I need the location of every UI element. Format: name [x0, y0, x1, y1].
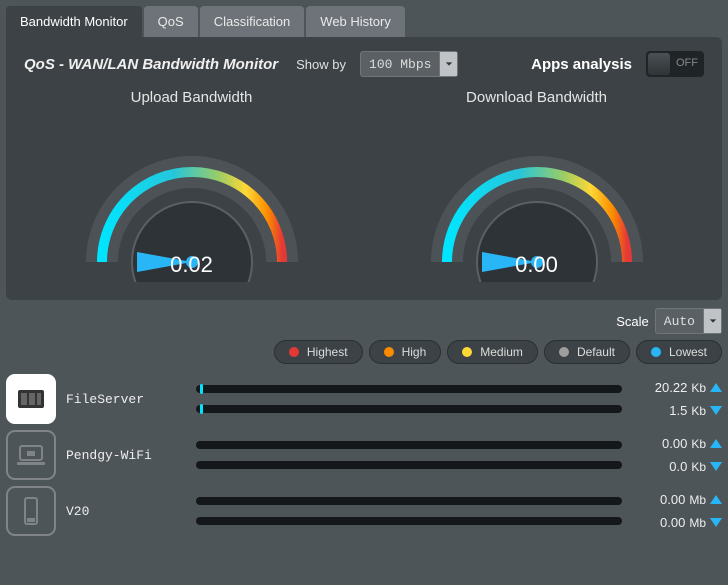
show-by-value: 100 Mbps — [361, 57, 439, 72]
device-row: V20 0.00Mb 0.00Mb — [6, 486, 722, 536]
scale-select[interactable]: Auto — [655, 308, 722, 334]
legend-highest[interactable]: Highest — [274, 340, 363, 364]
legend-label: Default — [577, 345, 615, 359]
device-readings: 20.22Kb 1.5Kb — [632, 380, 722, 418]
scale-value: Auto — [656, 314, 703, 329]
upload-gauge: Upload Bandwidth — [67, 89, 317, 282]
device-row: FileServer 20.22Kb 1.5Kb — [6, 374, 722, 424]
device-icon-nas[interactable] — [6, 374, 56, 424]
legend-high[interactable]: High — [369, 340, 442, 364]
header-row: QoS - WAN/LAN Bandwidth Monitor Show by … — [24, 51, 704, 85]
upload-bar — [196, 385, 622, 393]
tab-bar: Bandwidth Monitor QoS Classification Web… — [0, 0, 728, 37]
dot-icon — [384, 347, 394, 357]
tab-classification[interactable]: Classification — [200, 6, 305, 37]
device-bars — [196, 497, 622, 525]
legend: Highest High Medium Default Lowest — [0, 340, 722, 364]
upload-gauge-value: 0.02 — [67, 252, 317, 278]
apps-analysis-label: Apps analysis — [531, 56, 632, 73]
device-name: V20 — [66, 504, 186, 519]
tab-web-history[interactable]: Web History — [306, 6, 405, 37]
arrow-up-icon — [710, 383, 722, 392]
upload-bar — [196, 441, 622, 449]
arrow-up-icon — [710, 439, 722, 448]
legend-lowest[interactable]: Lowest — [636, 340, 722, 364]
scale-row: Scale Auto — [0, 308, 722, 334]
device-name: FileServer — [66, 392, 186, 407]
download-bar — [196, 405, 622, 413]
toggle-state: OFF — [676, 57, 698, 69]
toggle-knob — [648, 53, 670, 75]
show-by-select[interactable]: 100 Mbps — [360, 51, 458, 77]
download-reading: 0.00Mb — [660, 515, 722, 530]
legend-label: Highest — [307, 345, 348, 359]
upload-reading: 0.00Kb — [662, 436, 722, 451]
tab-qos[interactable]: QoS — [144, 6, 198, 37]
device-icon-laptop[interactable] — [6, 430, 56, 480]
chevron-down-icon — [703, 309, 721, 333]
legend-medium[interactable]: Medium — [447, 340, 538, 364]
dot-icon — [462, 347, 472, 357]
apps-analysis-toggle[interactable]: OFF — [646, 51, 704, 77]
device-readings: 0.00Kb 0.0Kb — [632, 436, 722, 474]
tab-bandwidth-monitor[interactable]: Bandwidth Monitor — [6, 6, 142, 37]
device-row: Pendgy-WiFi 0.00Kb 0.0Kb — [6, 430, 722, 480]
dot-icon — [651, 347, 661, 357]
legend-default[interactable]: Default — [544, 340, 630, 364]
device-bars — [196, 441, 622, 469]
download-gauge: Download Bandwidth 0.00 — [412, 89, 662, 282]
download-gauge-title: Download Bandwidth — [412, 89, 662, 106]
device-bars — [196, 385, 622, 413]
download-reading: 0.0Kb — [669, 459, 722, 474]
arrow-down-icon — [710, 518, 722, 527]
main-panel: QoS - WAN/LAN Bandwidth Monitor Show by … — [6, 37, 722, 300]
device-icon-phone[interactable] — [6, 486, 56, 536]
page-title: QoS - WAN/LAN Bandwidth Monitor — [24, 56, 278, 73]
device-name: Pendgy-WiFi — [66, 448, 186, 463]
arrow-down-icon — [710, 406, 722, 415]
device-readings: 0.00Mb 0.00Mb — [632, 492, 722, 530]
legend-label: Medium — [480, 345, 523, 359]
legend-label: Lowest — [669, 345, 707, 359]
upload-reading: 0.00Mb — [660, 492, 722, 507]
legend-label: High — [402, 345, 427, 359]
upload-bar — [196, 497, 622, 505]
upload-reading: 20.22Kb — [655, 380, 722, 395]
arrow-down-icon — [710, 462, 722, 471]
dot-icon — [289, 347, 299, 357]
download-bar — [196, 517, 622, 525]
download-bar — [196, 461, 622, 469]
chevron-down-icon — [439, 52, 457, 76]
dot-icon — [559, 347, 569, 357]
arrow-up-icon — [710, 495, 722, 504]
download-gauge-value: 0.00 — [412, 252, 662, 278]
gauges: Upload Bandwidth — [24, 85, 704, 282]
upload-gauge-title: Upload Bandwidth — [67, 89, 317, 106]
show-by-label: Show by — [296, 57, 346, 72]
download-reading: 1.5Kb — [669, 403, 722, 418]
scale-label: Scale — [616, 314, 649, 329]
